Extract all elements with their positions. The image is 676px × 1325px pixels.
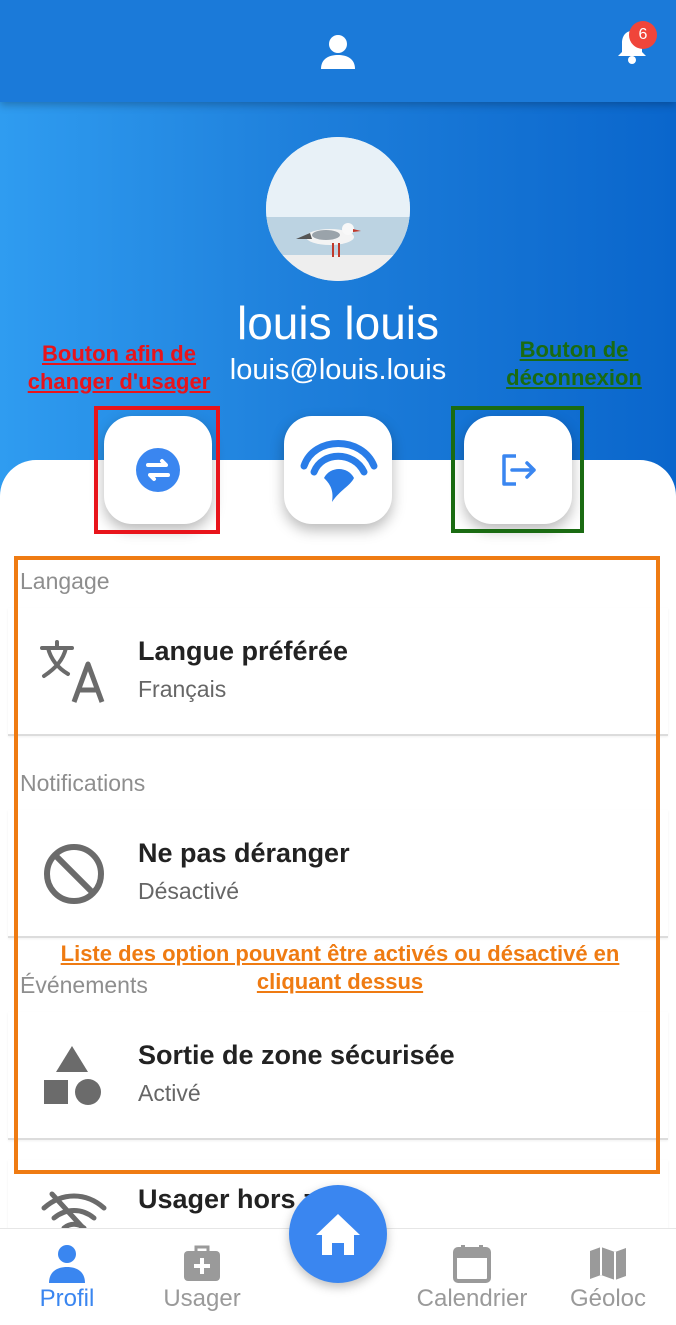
- switch-user-annotation: Bouton afin de changer d'usager: [27, 341, 211, 394]
- nav-label: Calendrier: [416, 1285, 528, 1312]
- nav-label: Profil: [39, 1285, 95, 1312]
- app-logo-icon: [300, 440, 378, 502]
- top-app-bar: 6: [0, 0, 676, 102]
- avatar-photo: [266, 137, 410, 281]
- home-button[interactable]: [289, 1185, 387, 1283]
- user-icon[interactable]: [318, 34, 358, 70]
- person-icon: [49, 1245, 85, 1283]
- options-list-highlight: [14, 556, 660, 1174]
- nav-label: Géoloc: [569, 1285, 647, 1312]
- avatar[interactable]: [266, 137, 410, 281]
- app-logo-button[interactable]: [284, 416, 392, 524]
- switch-user-highlight: [94, 406, 220, 534]
- nav-usager[interactable]: Usager: [142, 1229, 262, 1325]
- calendar-icon: [453, 1245, 491, 1283]
- logout-highlight: [451, 406, 584, 533]
- home-icon: [316, 1214, 360, 1255]
- nav-calendrier[interactable]: Calendrier: [412, 1229, 532, 1325]
- logout-annotation: Bouton de déconnexion: [506, 337, 642, 390]
- nav-profil[interactable]: Profil: [7, 1229, 127, 1325]
- nav-label: Usager: [163, 1285, 241, 1312]
- options-list-annotation: Liste des option pouvant être activés ou…: [60, 941, 620, 994]
- map-icon: [590, 1247, 626, 1280]
- nav-geoloc[interactable]: Géoloc: [548, 1229, 668, 1325]
- medical-kit-icon: [184, 1245, 220, 1281]
- notification-badge: 6: [629, 21, 657, 49]
